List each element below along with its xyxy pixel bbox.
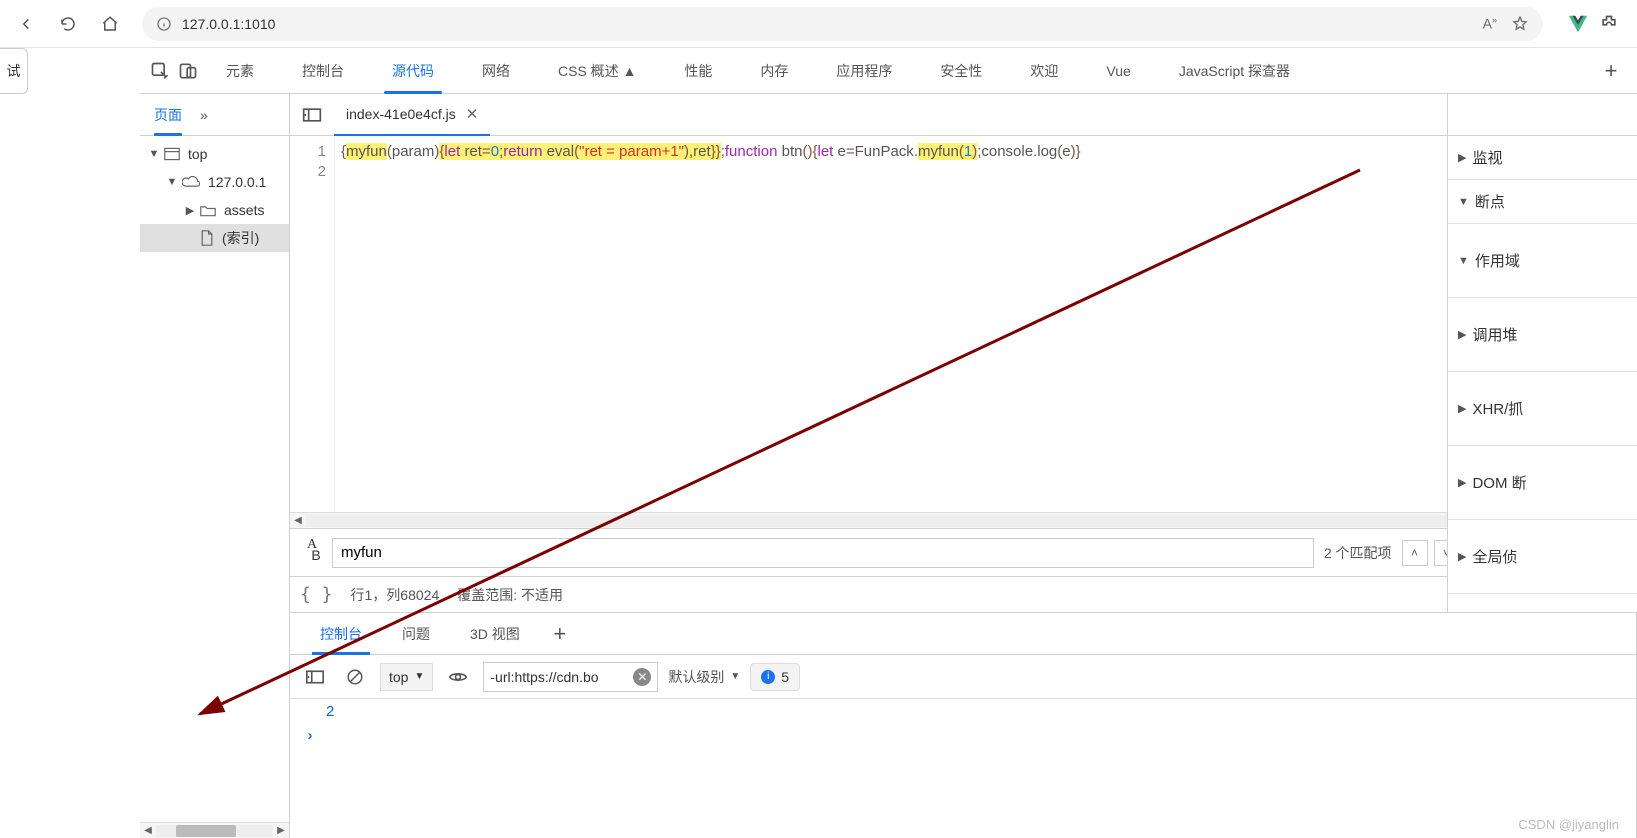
debug-section[interactable]: ▶XHR/抓 (1448, 372, 1637, 446)
code-content[interactable]: {myfun(param){let ret=0;return eval("ret… (335, 136, 1636, 512)
live-expression-button[interactable] (443, 662, 473, 692)
left-tab-stub[interactable]: 试 (0, 48, 28, 94)
cursor-position: 行1，列68024 (351, 585, 440, 605)
watermark: CSDN @jiyanglin (1518, 817, 1619, 832)
url-text: 127.0.0.1:1010 (182, 16, 275, 32)
console-sidebar-toggle[interactable] (300, 662, 330, 692)
debugger-sidebar: ▶监视▼断点▼作用域▶调用堆▶XHR/抓▶DOM 断▶全局侦 (1447, 94, 1637, 612)
pretty-print-button[interactable]: { } (300, 584, 333, 605)
file-tab-name: index-41e0e4cf.js (346, 106, 456, 122)
devtools-tab-4[interactable]: CSS 概述 ▲ (538, 48, 656, 94)
devtools-tab-6[interactable]: 内存 (740, 48, 808, 94)
filter-text: -url:https://cdn.bo (490, 669, 598, 685)
coverage-status: 覆盖范围: 不适用 (457, 585, 563, 605)
devtools-tab-11[interactable]: JavaScript 探查器 (1159, 48, 1310, 94)
home-button[interactable] (94, 8, 126, 40)
log-level-select[interactable]: 默认级别▼ (668, 667, 740, 687)
back-button[interactable] (10, 8, 42, 40)
navigator-tab-more[interactable]: » (200, 94, 208, 136)
debug-section[interactable]: ▶DOM 断 (1448, 446, 1637, 520)
navigator-panel: 页面 » ▼top▼127.0.0.1▶assets(索引) ◀▶ (140, 94, 290, 838)
console-prompt[interactable]: › (300, 723, 1626, 747)
debugger-toolbar (1448, 94, 1637, 136)
prompt-chevron-icon: › (300, 727, 320, 744)
extensions-icon[interactable] (1599, 14, 1619, 34)
add-tab-button[interactable]: + (1595, 55, 1627, 87)
clear-filter-icon[interactable]: ✕ (633, 668, 651, 686)
issues-dot-icon: i (761, 670, 775, 684)
debug-section[interactable]: ▼作用域 (1448, 224, 1637, 298)
info-icon (156, 16, 172, 32)
replace-toggle-icon[interactable]: AB (298, 538, 326, 568)
clear-console-button[interactable] (340, 662, 370, 692)
tree-row[interactable]: ▶assets (140, 196, 289, 224)
devtools: 元素控制台源代码网络CSS 概述 ▲性能内存应用程序安全性欢迎VueJavaSc… (140, 48, 1637, 838)
devtools-tab-10[interactable]: Vue (1086, 48, 1150, 94)
find-bar: AB 2 个匹配项 ˄ ˅ Aa .* 取消 (290, 528, 1636, 576)
devtools-tab-0[interactable]: 元素 (206, 48, 274, 94)
debug-section[interactable]: ▶全局侦 (1448, 520, 1637, 594)
inspect-icon[interactable] (150, 61, 170, 81)
device-toggle-icon[interactable] (178, 61, 198, 81)
tree-row[interactable]: ▼top (140, 140, 289, 168)
address-bar[interactable]: 127.0.0.1:1010 A» (142, 7, 1543, 41)
file-tree: ▼top▼127.0.0.1▶assets(索引) (140, 136, 289, 822)
browser-toolbar: 127.0.0.1:1010 A» (0, 0, 1637, 48)
drawer-add-tab[interactable]: + (544, 618, 576, 650)
devtools-tab-8[interactable]: 安全性 (920, 48, 1002, 94)
devtools-tab-3[interactable]: 网络 (462, 48, 530, 94)
line-gutter[interactable]: 1 2 (290, 136, 335, 512)
vue-extension-icon[interactable] (1567, 14, 1589, 34)
read-aloud-icon[interactable]: A» (1483, 15, 1497, 33)
editor-status-bar: { } 行1，列68024 覆盖范围: 不适用 (290, 576, 1636, 612)
navigator-scrollbar[interactable]: ◀▶ (140, 822, 289, 838)
console-output-value: 2 (326, 703, 334, 720)
drawer-tab-console[interactable]: 控制台 (304, 613, 378, 655)
devtools-tab-9[interactable]: 欢迎 (1010, 48, 1078, 94)
toggle-navigator-button[interactable] (296, 99, 328, 131)
tree-row[interactable]: (索引) (140, 224, 289, 252)
devtools-tab-5[interactable]: 性能 (664, 48, 732, 94)
match-count: 2 个匹配项 (1324, 543, 1392, 563)
drawer-tab-3dview[interactable]: 3D 视图 (454, 613, 536, 655)
execution-context-select[interactable]: top▼ (380, 663, 433, 691)
console-toolbar: top▼ -url:https://cdn.bo ✕ 默认级别▼ i5 (290, 655, 1636, 699)
tree-row[interactable]: ▼127.0.0.1 (140, 168, 289, 196)
drawer: 控制台 问题 3D 视图 + top▼ -url:https://cdn.bo … (290, 612, 1636, 838)
favorite-icon[interactable] (1511, 15, 1529, 33)
debug-section[interactable]: ▶调用堆 (1448, 298, 1637, 372)
devtools-tab-2[interactable]: 源代码 (372, 48, 454, 94)
find-prev-button[interactable]: ˄ (1402, 540, 1428, 566)
devtools-tabs: 元素控制台源代码网络CSS 概述 ▲性能内存应用程序安全性欢迎VueJavaSc… (140, 48, 1637, 94)
debug-section[interactable]: ▼断点 (1448, 180, 1637, 224)
close-tab-icon[interactable]: ✕ (466, 105, 479, 123)
devtools-tab-1[interactable]: 控制台 (282, 48, 364, 94)
navigator-tab-page[interactable]: 页面 (154, 94, 182, 136)
devtools-tab-7[interactable]: 应用程序 (816, 48, 912, 94)
drawer-tab-issues[interactable]: 问题 (386, 613, 446, 655)
console-body[interactable]: 2 › (290, 699, 1636, 838)
code-horizontal-scrollbar[interactable]: ◀▶ (290, 512, 1636, 528)
find-input[interactable] (332, 538, 1314, 568)
console-filter-input[interactable]: -url:https://cdn.bo ✕ (483, 662, 658, 692)
debug-section[interactable]: ▶监视 (1448, 136, 1637, 180)
sources-editor: index-41e0e4cf.js ✕ ⫾⫾ 1 2 {myfun(param)… (290, 94, 1637, 838)
file-tab[interactable]: index-41e0e4cf.js ✕ (334, 94, 490, 136)
issues-indicator[interactable]: i5 (750, 663, 800, 691)
reload-button[interactable] (52, 8, 84, 40)
